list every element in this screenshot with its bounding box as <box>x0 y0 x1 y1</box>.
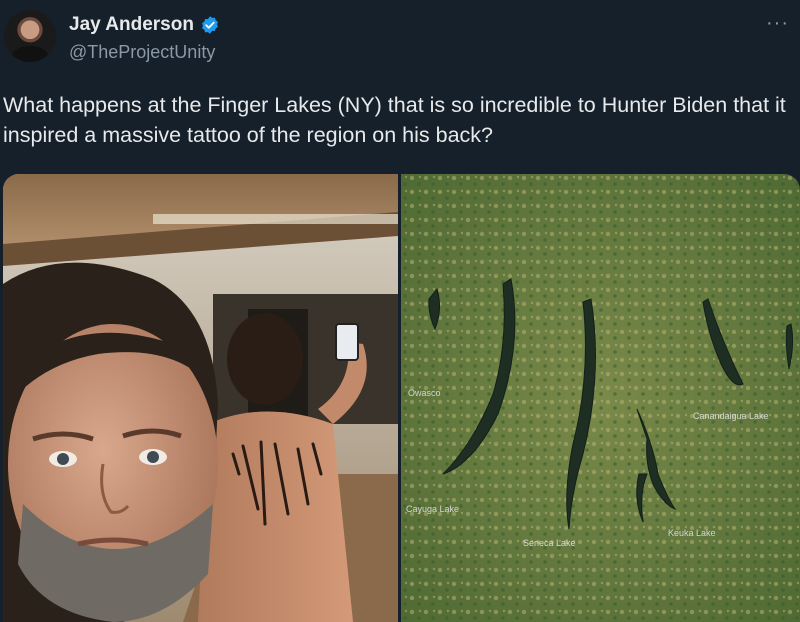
tweet: Jay Anderson @TheProjectUnity ··· What h… <box>0 0 800 622</box>
map-label-keuka: Keuka Lake <box>668 528 716 538</box>
map-label-owasco: Owasco <box>408 388 441 398</box>
map-label-canandaigua: Canandaigua Lake <box>693 411 769 421</box>
tweet-header: Jay Anderson @TheProjectUnity ··· <box>0 0 800 80</box>
media-grid: Owasco Cayuga Lake Seneca Lake Keuka Lak… <box>3 174 800 622</box>
satellite-map-finger-lakes: Owasco Cayuga Lake Seneca Lake Keuka Lak… <box>401 174 800 622</box>
map-label-seneca: Seneca Lake <box>523 538 576 548</box>
verified-badge-icon[interactable] <box>200 15 220 35</box>
author-handle[interactable]: @TheProjectUnity <box>69 42 215 63</box>
map-label-cayuga: Cayuga Lake <box>406 504 459 514</box>
avatar-shirt <box>12 46 48 62</box>
author-row: Jay Anderson <box>69 14 220 36</box>
tweet-media[interactable]: Owasco Cayuga Lake Seneca Lake Keuka Lak… <box>3 174 800 622</box>
tweet-text: What happens at the Finger Lakes (NY) th… <box>3 93 786 147</box>
avatar[interactable] <box>4 10 56 62</box>
author-name[interactable]: Jay Anderson <box>69 14 194 36</box>
photo-mirror-selfie <box>3 174 401 622</box>
more-options-icon[interactable]: ··· <box>766 12 789 35</box>
